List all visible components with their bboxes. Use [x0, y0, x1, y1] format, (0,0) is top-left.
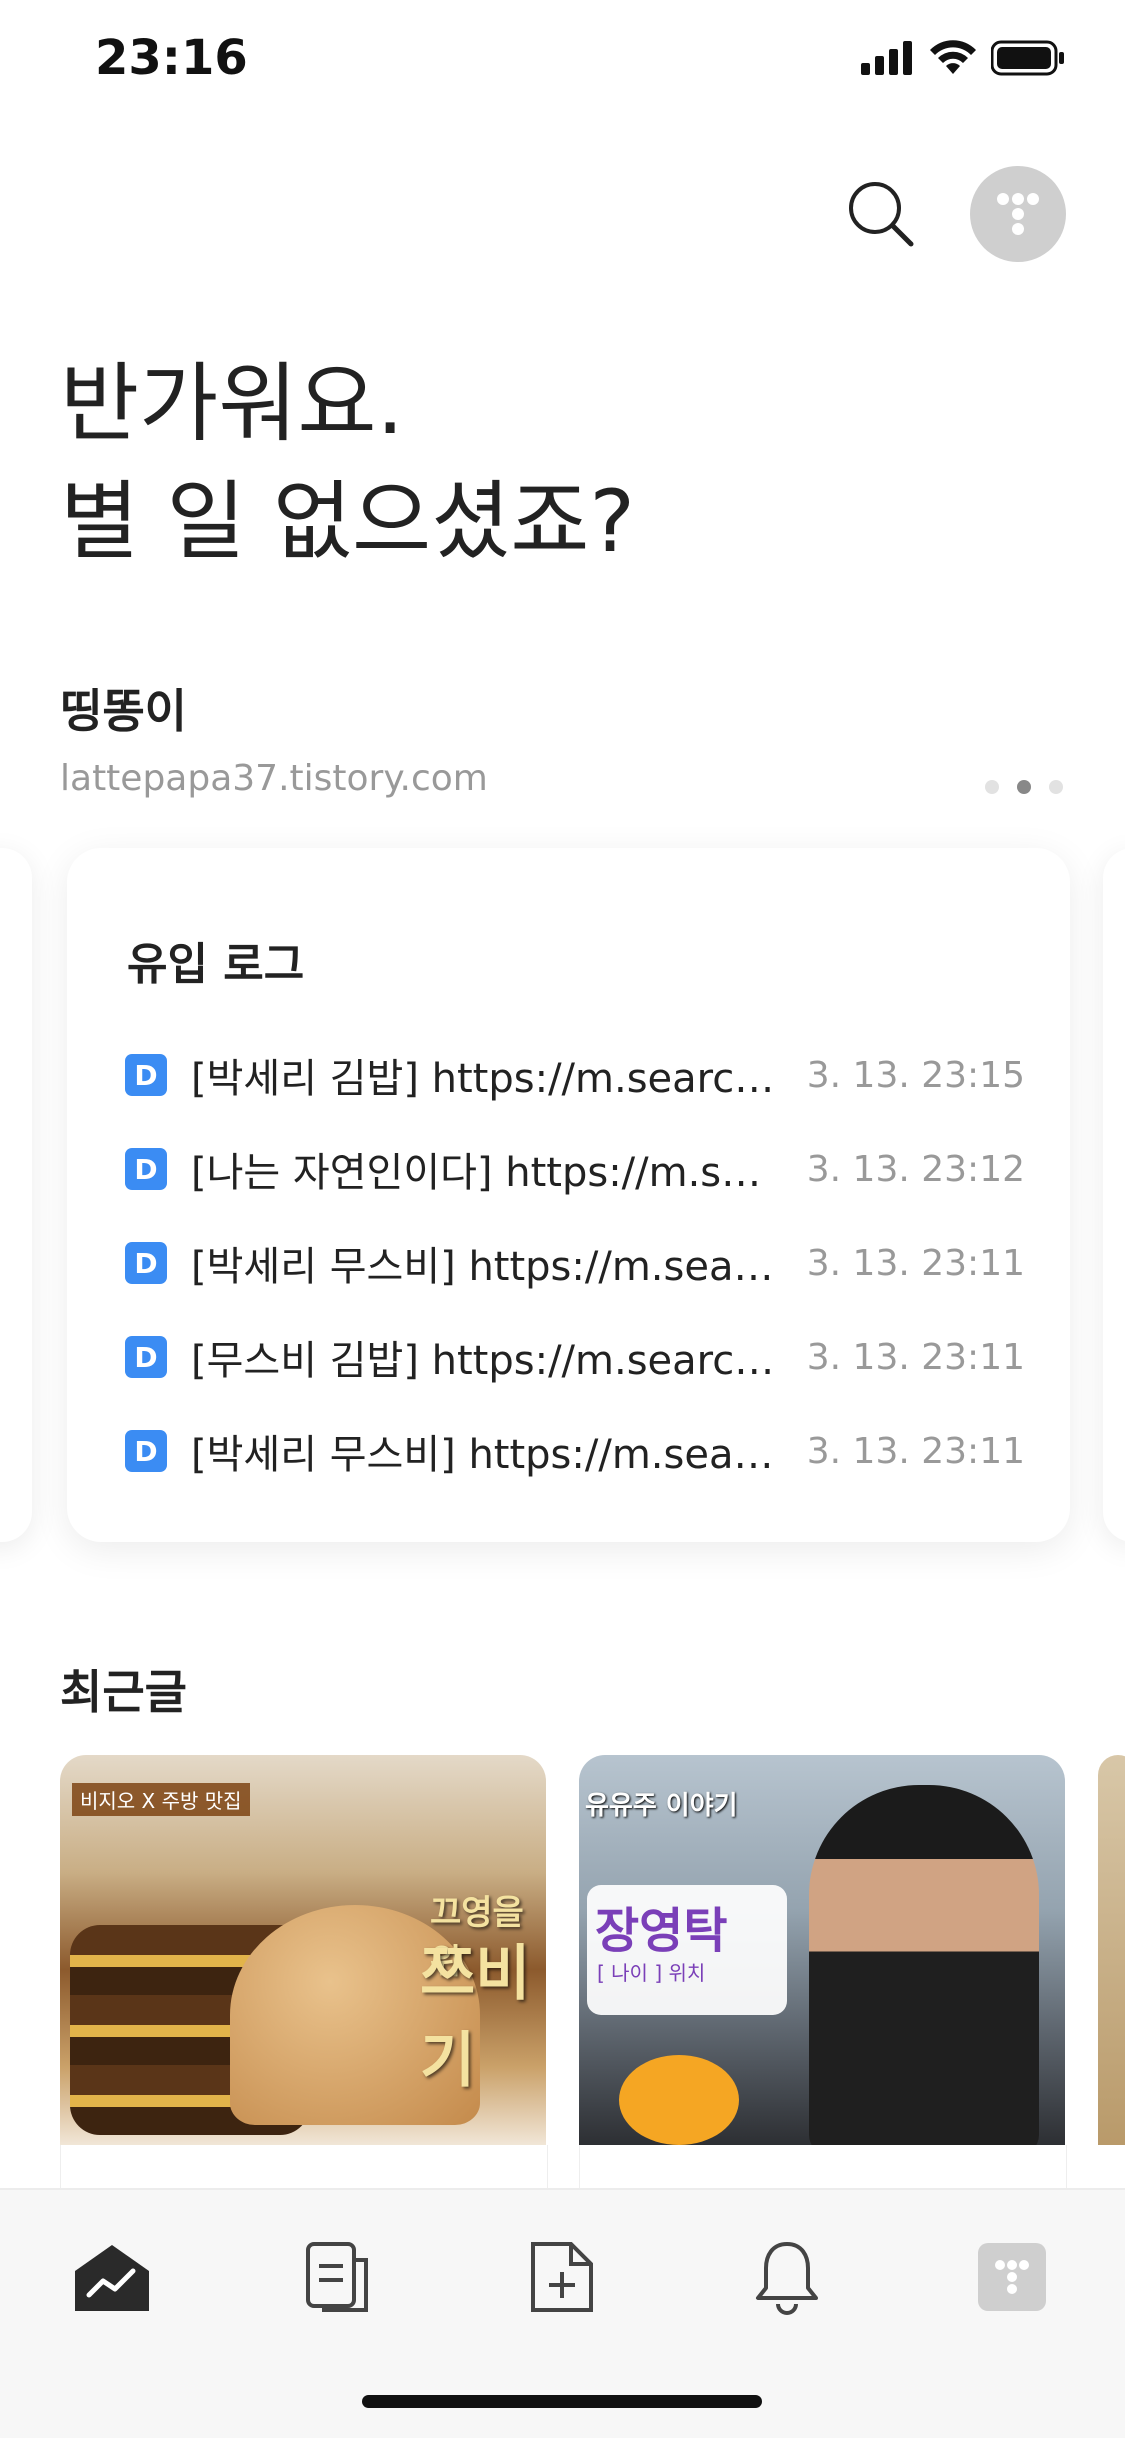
next-card[interactable] [1103, 848, 1125, 1542]
daum-icon: D [125, 1242, 167, 1284]
thumbnail-name-sub: [ 나이 ] 위치 [597, 1961, 706, 1985]
log-entry-text: [박세리 김밥] https://m.search.naver.com [191, 1056, 777, 1102]
post-card-body[interactable] [60, 2145, 548, 2190]
carousel-page-indicator [985, 780, 1063, 794]
previous-card[interactable] [0, 848, 32, 1542]
post-thumbnail-partial[interactable] [1098, 1755, 1125, 2145]
tab-notifications[interactable] [742, 2232, 832, 2322]
home-chart-icon [75, 2245, 149, 2311]
log-entry-time: 3. 13. 23:11 [806, 1242, 1025, 1284]
page-dot-active [1017, 780, 1031, 794]
thumbnail-name: 장영탁 [595, 1903, 728, 1959]
blog-url[interactable]: lattepapa37.tistory.com [60, 758, 488, 799]
new-post-icon [531, 2242, 593, 2312]
profile-button[interactable] [970, 166, 1066, 262]
log-entry-text: [박세리 무스비] https://m.search.naver.com [191, 1432, 777, 1478]
tistory-icon [978, 2243, 1046, 2311]
thumbnail-caption-large: 쯔비기 [420, 1939, 531, 2096]
posts-icon [306, 2242, 368, 2312]
greeting-line-2: 별 일 없으셨죠? [60, 472, 636, 572]
log-entry[interactable]: D [나는 자연인이다] https://m.search.naver.com … [125, 1122, 1025, 1216]
wifi-icon [930, 40, 976, 74]
bell-icon [756, 2242, 818, 2315]
log-entry-text: [박세리 무스비] https://m.search.naver.com [191, 1244, 777, 1290]
greeting-line-1: 반가워요. [60, 354, 404, 454]
page-dot [985, 780, 999, 794]
log-entry[interactable]: D [박세리 김밥] https://m.search.naver.com 3.… [125, 1028, 1025, 1122]
log-entry-time: 3. 13. 23:15 [806, 1054, 1025, 1096]
tab-tistory[interactable] [967, 2232, 1057, 2322]
status-icons [861, 40, 1065, 76]
page-dot [1049, 780, 1063, 794]
log-entry[interactable]: D [박세리 무스비] https://m.search.naver.com 3… [125, 1404, 1025, 1498]
tab-home[interactable] [67, 2232, 157, 2322]
daum-icon: D [125, 1336, 167, 1378]
tab-posts[interactable] [292, 2232, 382, 2322]
log-entry-text: [무스비 김밥] https://m.search.naver.com [191, 1338, 777, 1384]
thumbnail-top-caption: 유유주 이야기 [585, 1791, 738, 1821]
home-indicator [362, 2395, 762, 2408]
battery-icon [991, 40, 1064, 76]
log-entry-time: 3. 13. 23:12 [806, 1148, 1025, 1190]
inflow-log-list: D [박세리 김밥] https://m.search.naver.com 3.… [125, 1028, 1025, 1498]
log-entry-text: [나는 자연인이다] https://m.search.naver.com [191, 1150, 777, 1196]
cellular-signal-icon [861, 41, 912, 75]
log-entry-time: 3. 13. 23:11 [806, 1430, 1025, 1472]
inflow-log-card[interactable]: 유입 로그 D [박세리 김밥] https://m.search.naver.… [67, 848, 1070, 1542]
person-image [809, 1785, 1039, 2145]
inflow-log-title: 유입 로그 [127, 939, 305, 990]
search-button[interactable] [845, 178, 915, 248]
log-entry[interactable]: D [박세리 무스비] https://m.search.naver.com 3… [125, 1216, 1025, 1310]
tistory-logo-icon [997, 193, 1039, 235]
greeting: 반가워요. 별 일 없으셨죠? [60, 345, 635, 581]
recent-posts-title: 최근글 [60, 1665, 187, 1719]
thumbnail-tag: 비지오 X 주방 맛집 [72, 1783, 250, 1816]
post-card-body[interactable] [579, 2145, 1067, 2190]
daum-icon: D [125, 1148, 167, 1190]
daum-icon: D [125, 1430, 167, 1472]
log-entry[interactable]: D [무스비 김밥] https://m.search.naver.com 3.… [125, 1310, 1025, 1404]
tab-new-post[interactable] [517, 2232, 607, 2322]
post-thumbnail[interactable]: 유유주 이야기 장영탁 [ 나이 ] 위치 [579, 1755, 1065, 2145]
lamp-image [619, 2055, 739, 2145]
status-time: 23:16 [95, 30, 248, 86]
blog-name[interactable]: 띵똥이 [60, 675, 187, 741]
thumbnail-name-card: 장영탁 [ 나이 ] 위치 [587, 1885, 787, 2015]
daum-icon: D [125, 1054, 167, 1096]
search-icon [849, 182, 914, 247]
post-thumbnail[interactable]: 비지오 X 주방 맛집 끄영을 위 쯔비기 [60, 1755, 546, 2145]
log-entry-time: 3. 13. 23:11 [806, 1336, 1025, 1378]
